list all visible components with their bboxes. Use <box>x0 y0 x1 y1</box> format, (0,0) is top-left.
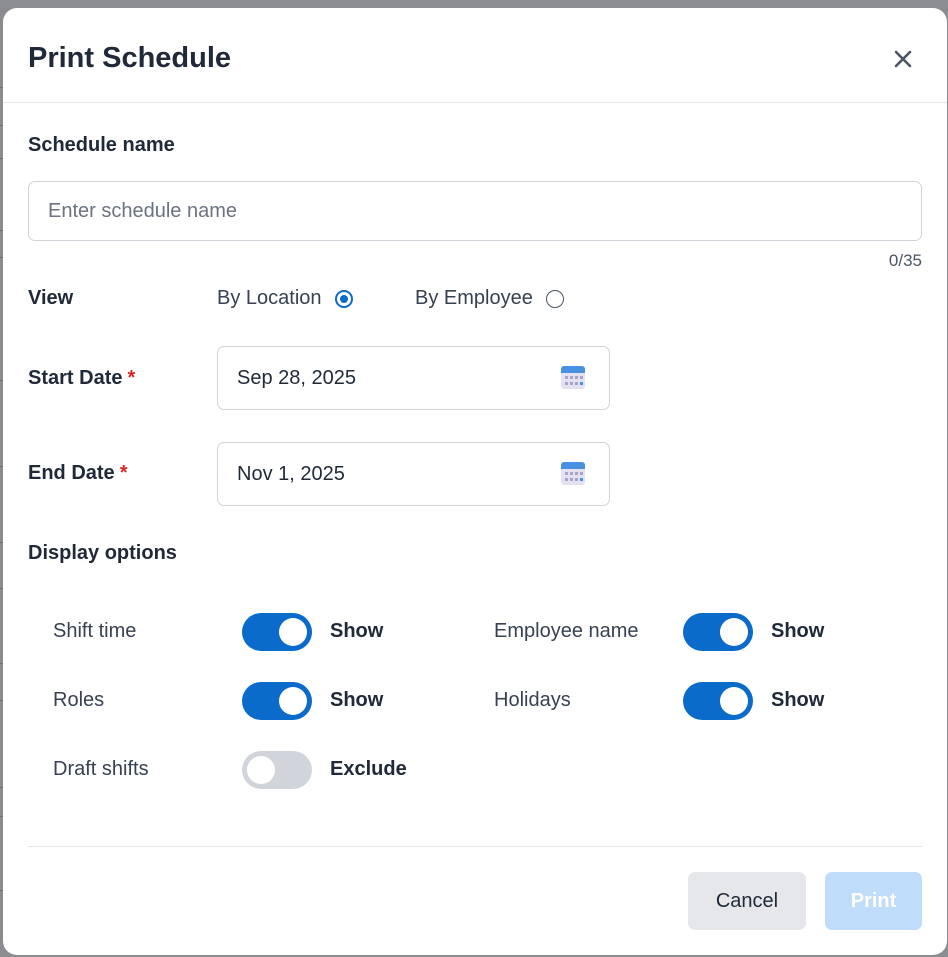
close-button[interactable] <box>889 45 917 73</box>
cancel-button[interactable]: Cancel <box>688 872 806 930</box>
required-mark: * <box>119 462 128 484</box>
option-label-draft-shifts: Draft shifts <box>53 758 149 780</box>
print-button[interactable]: Print <box>825 872 922 930</box>
option-label-employee-name: Employee name <box>494 620 639 642</box>
required-mark: * <box>127 367 136 389</box>
option-label-holidays: Holidays <box>494 689 571 711</box>
print-schedule-dialog: Print Schedule Schedule name 0/35 View B… <box>3 8 947 955</box>
toggle-knob <box>279 618 307 646</box>
end-date-value: Nov 1, 2025 <box>237 462 345 485</box>
start-date-value: Sep 28, 2025 <box>237 366 356 389</box>
toggle-state-employee-name: Show <box>771 620 825 642</box>
option-label-roles: Roles <box>53 689 105 711</box>
dialog-header: Print Schedule <box>3 8 947 103</box>
toggle-state-shift-time: Show <box>330 620 384 642</box>
start-date-label: Start Date * <box>28 367 135 390</box>
view-option-label: By Location <box>217 287 322 309</box>
schedule-name-field <box>28 181 922 241</box>
close-icon <box>894 50 912 68</box>
toggle-knob <box>247 756 275 784</box>
toggle-state-draft-shifts: Exclude <box>330 758 407 780</box>
option-label-shift-time: Shift time <box>53 620 137 642</box>
toggle-holidays[interactable] <box>683 682 753 720</box>
schedule-name-label: Schedule name <box>28 134 175 156</box>
view-option-by-employee[interactable]: By Employee <box>415 287 564 310</box>
toggle-state-holidays: Show <box>771 689 825 711</box>
char-counter: 0/35 <box>888 251 922 270</box>
end-date-label-text: End Date <box>28 462 115 484</box>
toggle-employee-name[interactable] <box>683 613 753 651</box>
toggle-state-roles: Show <box>330 689 384 711</box>
start-date-label-text: Start Date <box>28 367 123 389</box>
view-label: View <box>28 287 74 309</box>
toggle-knob <box>279 687 307 715</box>
toggle-draft-shifts[interactable] <box>242 751 312 789</box>
toggle-knob <box>720 687 748 715</box>
view-option-label: By Employee <box>415 287 533 309</box>
dialog-title: Print Schedule <box>28 42 232 74</box>
toggle-roles[interactable] <box>242 682 312 720</box>
end-date-picker[interactable]: Nov 1, 2025 <box>217 442 610 506</box>
toggle-shift-time[interactable] <box>242 613 312 651</box>
schedule-name-input[interactable] <box>29 182 921 240</box>
calendar-icon[interactable] <box>559 459 587 487</box>
start-date-picker[interactable]: Sep 28, 2025 <box>217 346 610 410</box>
radio-unchecked-icon[interactable] <box>545 289 564 308</box>
toggle-knob <box>720 618 748 646</box>
radio-checked-icon[interactable] <box>334 289 353 308</box>
display-options-label: Display options <box>28 542 177 564</box>
calendar-icon[interactable] <box>559 363 587 391</box>
end-date-label: End Date * <box>28 462 127 485</box>
view-option-by-location[interactable]: By Location <box>217 287 353 310</box>
footer-divider <box>28 846 922 847</box>
